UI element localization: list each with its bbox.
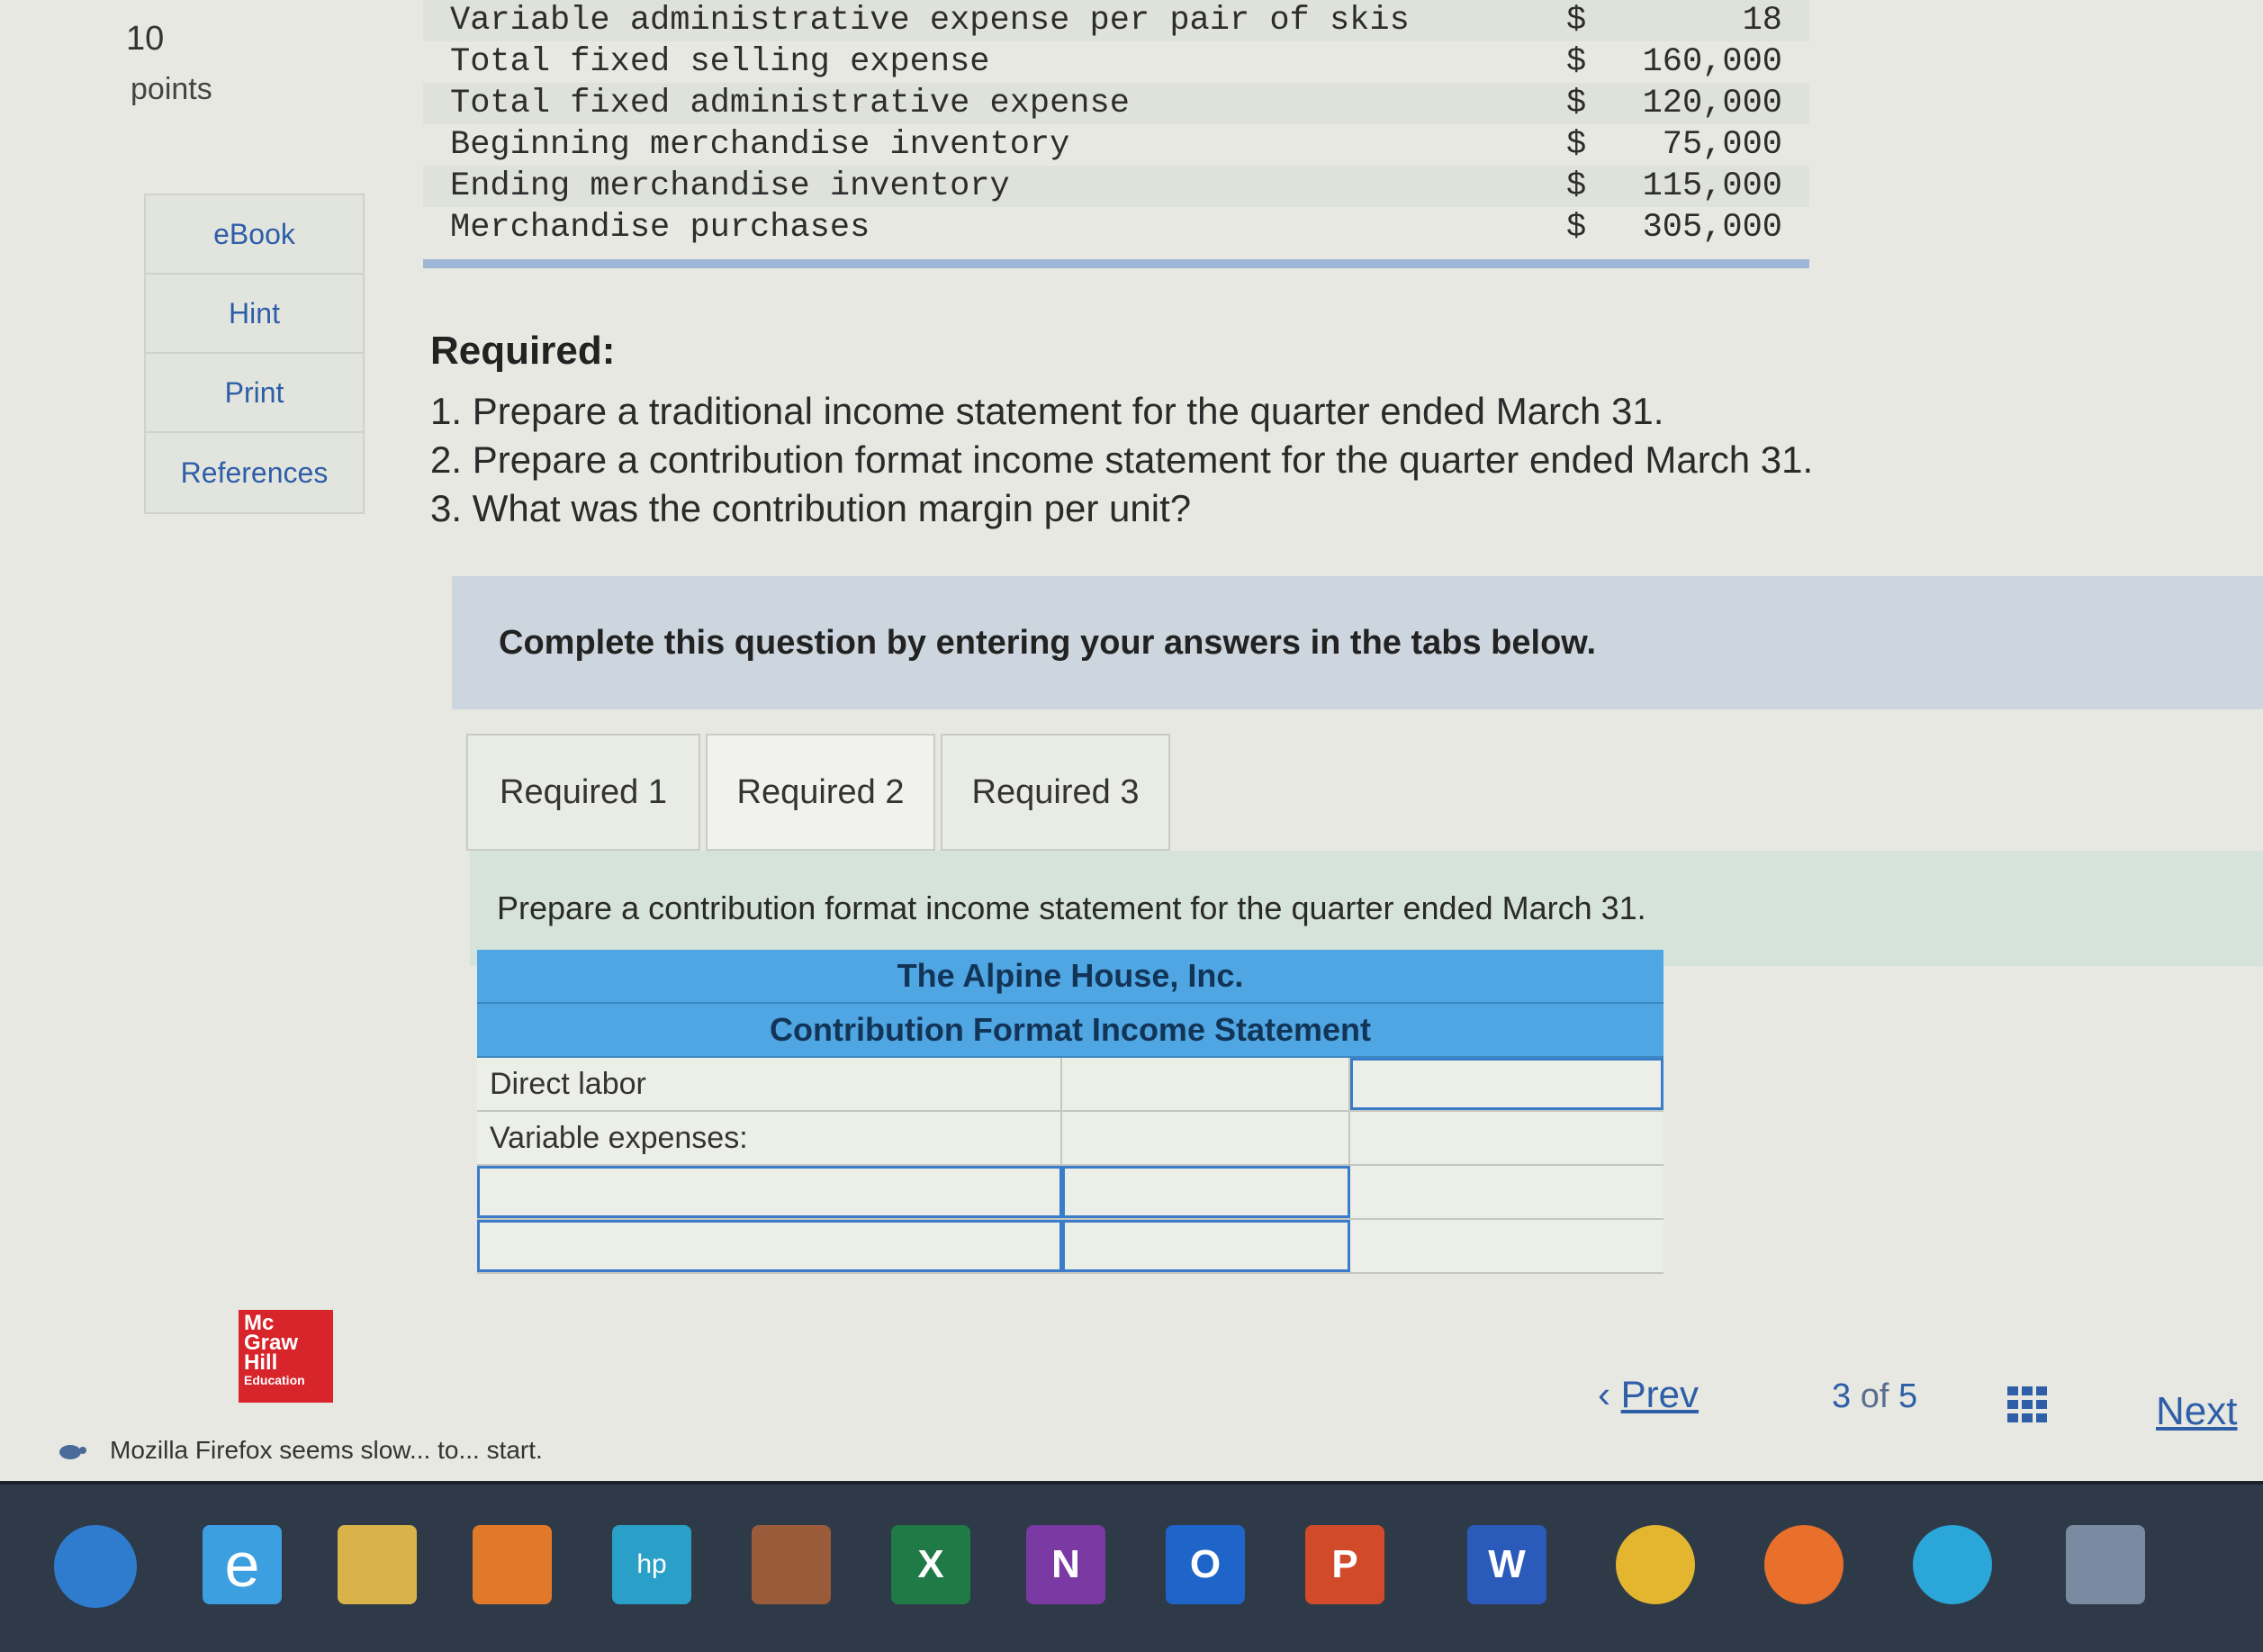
of-label: of — [1860, 1377, 1889, 1415]
amount-input[interactable] — [1062, 1058, 1350, 1110]
print-button[interactable]: Print — [146, 354, 363, 433]
hint-button[interactable]: Hint — [146, 275, 363, 354]
statement-title: Contribution Format Income Statement — [477, 1004, 1663, 1058]
line-item-select[interactable]: Direct labor — [477, 1058, 1062, 1110]
total-cell — [1350, 1166, 1663, 1218]
tab-instruction-text: Prepare a contribution format income sta… — [497, 889, 1646, 926]
statement-header: The Alpine House, Inc. Contribution Form… — [477, 950, 1663, 1058]
company-name: The Alpine House, Inc. — [477, 950, 1663, 1004]
word-icon[interactable]: W — [1467, 1525, 1546, 1604]
table-row: Variable expenses: — [477, 1112, 1663, 1166]
tab-required-1[interactable]: Required 1 — [466, 734, 700, 851]
status-text: Mozilla Firefox seems slow... to... star… — [110, 1436, 543, 1464]
excel-icon[interactable]: X — [891, 1525, 970, 1604]
media-player-icon[interactable] — [473, 1525, 552, 1604]
currency-symbol: $ — [1566, 167, 1587, 205]
tab-required-2[interactable]: Required 2 — [706, 734, 935, 851]
row-value: 18 — [1742, 2, 1782, 40]
currency-symbol: $ — [1566, 43, 1587, 81]
grid-icon[interactable] — [2006, 1385, 2049, 1424]
tab-bar: Required 1 Required 2 Required 3 — [466, 734, 1176, 851]
table-row: Direct labor — [477, 1058, 1663, 1112]
table-row — [477, 1166, 1663, 1220]
tray-icon[interactable] — [2066, 1525, 2145, 1604]
firefox-icon[interactable] — [1764, 1525, 1844, 1604]
amount-input[interactable] — [1062, 1166, 1350, 1218]
references-button[interactable]: References — [146, 433, 363, 512]
currency-symbol: $ — [1566, 2, 1587, 40]
side-tools: eBook Hint Print References — [144, 194, 365, 514]
row-value: 115,000 — [1642, 167, 1782, 205]
internet-explorer-icon[interactable]: e — [203, 1525, 282, 1604]
page-indicator: 3 of 5 — [1832, 1377, 1917, 1416]
currency-symbol: $ — [1566, 126, 1587, 164]
hp-icon[interactable]: hp — [612, 1525, 691, 1604]
next-button[interactable]: Next — [2156, 1389, 2237, 1434]
tab-instruction: Prepare a contribution format income sta… — [470, 851, 2263, 966]
taskbar: e hp X N O P W — [0, 1481, 2263, 1652]
powerpoint-icon[interactable]: P — [1305, 1525, 1384, 1604]
chrome-icon[interactable] — [1616, 1525, 1695, 1604]
row-label: Merchandise purchases — [450, 209, 870, 247]
turtle-icon — [59, 1445, 86, 1459]
line-item-label: Variable expenses: — [477, 1112, 1062, 1164]
table-row: Variable administrative expense per pair… — [423, 0, 1809, 41]
currency-symbol: $ — [1566, 209, 1587, 247]
total-pages: 5 — [1898, 1377, 1918, 1415]
app-icon[interactable] — [752, 1525, 831, 1604]
status-bar: Mozilla Firefox seems slow... to... star… — [52, 1436, 543, 1465]
table-row: Ending merchandise inventory $ 115,000 — [423, 166, 1809, 207]
chevron-left-icon: ‹ — [1598, 1373, 1610, 1415]
table-row: Total fixed selling expense $ 160,000 — [423, 41, 1809, 83]
start-icon[interactable] — [54, 1525, 137, 1608]
banner-text: Complete this question by entering your … — [499, 623, 1597, 662]
edge-icon[interactable] — [1913, 1525, 1992, 1604]
tab-required-3[interactable]: Required 3 — [941, 734, 1170, 851]
total-cell — [1350, 1220, 1663, 1272]
required-heading: Required: — [430, 329, 616, 373]
file-explorer-icon[interactable] — [338, 1525, 417, 1604]
row-label: Ending merchandise inventory — [450, 167, 1010, 205]
line-item-select[interactable] — [477, 1166, 1062, 1218]
row-value: 75,000 — [1662, 126, 1782, 164]
row-label: Total fixed selling expense — [450, 43, 990, 81]
total-input[interactable] — [1350, 1058, 1663, 1110]
onenote-icon[interactable]: N — [1026, 1525, 1105, 1604]
required-item: 3. What was the contribution margin per … — [430, 487, 1192, 529]
required-list: 1. Prepare a traditional income statemen… — [430, 387, 1813, 533]
data-table: Variable administrative expense per pair… — [423, 0, 1809, 268]
outlook-icon[interactable]: O — [1166, 1525, 1245, 1604]
row-value: 160,000 — [1642, 43, 1782, 81]
table-row: Total fixed administrative expense $ 120… — [423, 83, 1809, 124]
row-value: 305,000 — [1642, 209, 1782, 247]
prev-button[interactable]: ‹ Prev — [1598, 1373, 1699, 1416]
current-page: 3 — [1832, 1377, 1852, 1415]
income-statement: The Alpine House, Inc. Contribution Form… — [477, 950, 1663, 1274]
row-value: 120,000 — [1642, 85, 1782, 122]
amount-input[interactable] — [1062, 1220, 1350, 1272]
table-row — [477, 1220, 1663, 1274]
table-row: Beginning merchandise inventory $ 75,000 — [423, 124, 1809, 166]
row-label: Beginning merchandise inventory — [450, 126, 1070, 164]
total-cell — [1350, 1112, 1663, 1164]
ebook-button[interactable]: eBook — [146, 195, 363, 275]
required-item: 1. Prepare a traditional income statemen… — [430, 390, 1664, 432]
required-item: 2. Prepare a contribution format income … — [430, 438, 1814, 481]
instruction-banner: Complete this question by entering your … — [452, 576, 2263, 709]
prev-label: Prev — [1620, 1373, 1700, 1415]
question-number: 10 — [126, 20, 165, 58]
table-row: Merchandise purchases $ 305,000 — [423, 207, 1809, 248]
mcgraw-hill-logo: Mc Graw Hill Education — [239, 1310, 333, 1403]
line-item-select[interactable] — [477, 1220, 1062, 1272]
row-label: Total fixed administrative expense — [450, 85, 1130, 122]
row-label: Variable administrative expense per pair… — [450, 2, 1410, 40]
points-label: points — [131, 72, 212, 106]
currency-symbol: $ — [1566, 85, 1587, 122]
amount-cell — [1062, 1112, 1350, 1164]
